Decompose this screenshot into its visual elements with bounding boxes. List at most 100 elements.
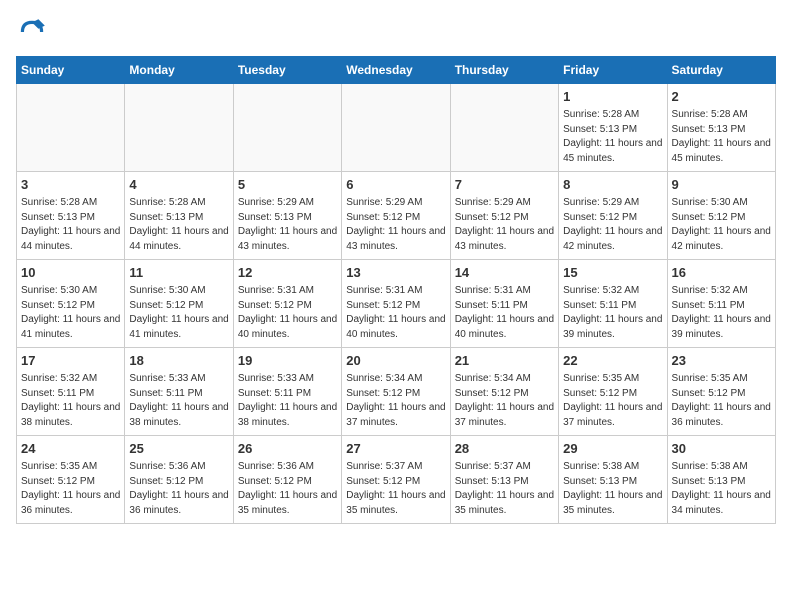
day-number: 19 [238, 352, 337, 370]
day-number: 9 [672, 176, 771, 194]
day-number: 7 [455, 176, 554, 194]
day-info: Sunrise: 5:30 AMSunset: 5:12 PMDaylight:… [129, 284, 228, 342]
day-info: Sunrise: 5:28 AMSunset: 5:13 PMDaylight:… [21, 196, 120, 254]
day-info: Sunrise: 5:36 AMSunset: 5:12 PMDaylight:… [129, 460, 228, 518]
day-number: 14 [455, 264, 554, 282]
day-info: Sunrise: 5:33 AMSunset: 5:11 PMDaylight:… [129, 372, 228, 430]
day-info: Sunrise: 5:28 AMSunset: 5:13 PMDaylight:… [129, 196, 228, 254]
day-info: Sunrise: 5:35 AMSunset: 5:12 PMDaylight:… [563, 372, 662, 430]
day-info: Sunrise: 5:28 AMSunset: 5:13 PMDaylight:… [672, 108, 771, 166]
calendar-day-cell: 6 Sunrise: 5:29 AMSunset: 5:12 PMDaylight… [342, 172, 450, 260]
calendar-table: SundayMondayTuesdayWednesdayThursdayFrid… [16, 56, 776, 524]
calendar-day-cell: 4 Sunrise: 5:28 AMSunset: 5:13 PMDaylight… [125, 172, 233, 260]
day-number: 8 [563, 176, 662, 194]
calendar-day-cell: 2Sunrise: 5:28 AMSunset: 5:13 PMDaylight… [667, 84, 775, 172]
day-info: Sunrise: 5:37 AMSunset: 5:13 PMDaylight:… [455, 460, 554, 518]
calendar-day-cell: 1 Sunrise: 5:28 AMSunset: 5:13 PMDaylight… [559, 84, 667, 172]
calendar-day-cell: 10 Sunrise: 5:30 AMSunset: 5:12 PMDayligh… [17, 260, 125, 348]
calendar-header: SundayMondayTuesdayWednesdayThursdayFrid… [17, 57, 776, 84]
day-info: Sunrise: 5:31 AMSunset: 5:11 PMDaylight:… [455, 284, 554, 342]
day-number: 20 [346, 352, 445, 370]
day-number: 24 [21, 440, 120, 458]
calendar-day-cell: 17 Sunrise: 5:32 AMSunset: 5:11 PMDayligh… [17, 348, 125, 436]
day-info: Sunrise: 5:38 AMSunset: 5:13 PMDaylight:… [563, 460, 662, 518]
calendar-day-cell: 11 Sunrise: 5:30 AMSunset: 5:12 PMDayligh… [125, 260, 233, 348]
calendar-day-cell: 20Sunrise: 5:34 AMSunset: 5:12 PMDayligh… [342, 348, 450, 436]
calendar-day-cell [17, 84, 125, 172]
day-info: Sunrise: 5:32 AMSunset: 5:11 PMDaylight:… [563, 284, 662, 342]
calendar-day-cell: 19 Sunrise: 5:33 AMSunset: 5:11 PMDayligh… [233, 348, 341, 436]
calendar-day-cell: 28 Sunrise: 5:37 AMSunset: 5:13 PMDayligh… [450, 436, 558, 524]
day-info: Sunrise: 5:31 AMSunset: 5:12 PMDaylight:… [238, 284, 337, 342]
day-info: Sunrise: 5:36 AMSunset: 5:12 PMDaylight:… [238, 460, 337, 518]
calendar-day-cell [342, 84, 450, 172]
calendar-day-cell: 3 Sunrise: 5:28 AMSunset: 5:13 PMDaylight… [17, 172, 125, 260]
day-info: Sunrise: 5:28 AMSunset: 5:13 PMDaylight:… [563, 108, 662, 166]
day-number: 10 [21, 264, 120, 282]
weekday-header-sunday: Sunday [17, 57, 125, 84]
calendar-day-cell: 29 Sunrise: 5:38 AMSunset: 5:13 PMDayligh… [559, 436, 667, 524]
calendar-day-cell [233, 84, 341, 172]
calendar-week-4: 17 Sunrise: 5:32 AMSunset: 5:11 PMDayligh… [17, 348, 776, 436]
calendar-day-cell: 15 Sunrise: 5:32 AMSunset: 5:11 PMDayligh… [559, 260, 667, 348]
calendar-day-cell: 12 Sunrise: 5:31 AMSunset: 5:12 PMDayligh… [233, 260, 341, 348]
day-info: Sunrise: 5:29 AMSunset: 5:12 PMDaylight:… [563, 196, 662, 254]
page-header [16, 16, 776, 48]
day-info: Sunrise: 5:29 AMSunset: 5:13 PMDaylight:… [238, 196, 337, 254]
day-info: Sunrise: 5:33 AMSunset: 5:11 PMDaylight:… [238, 372, 337, 430]
day-number: 29 [563, 440, 662, 458]
weekday-header-saturday: Saturday [667, 57, 775, 84]
calendar-week-2: 3 Sunrise: 5:28 AMSunset: 5:13 PMDaylight… [17, 172, 776, 260]
day-number: 6 [346, 176, 445, 194]
day-number: 27 [346, 440, 445, 458]
calendar-day-cell [450, 84, 558, 172]
weekday-header-row: SundayMondayTuesdayWednesdayThursdayFrid… [17, 57, 776, 84]
day-number: 28 [455, 440, 554, 458]
day-info: Sunrise: 5:38 AMSunset: 5:13 PMDaylight:… [672, 460, 771, 518]
day-number: 12 [238, 264, 337, 282]
day-info: Sunrise: 5:31 AMSunset: 5:12 PMDaylight:… [346, 284, 445, 342]
day-number: 26 [238, 440, 337, 458]
weekday-header-tuesday: Tuesday [233, 57, 341, 84]
day-info: Sunrise: 5:32 AMSunset: 5:11 PMDaylight:… [672, 284, 771, 342]
day-number: 15 [563, 264, 662, 282]
day-number: 11 [129, 264, 228, 282]
logo-icon [16, 16, 48, 48]
calendar-day-cell: 14 Sunrise: 5:31 AMSunset: 5:11 PMDayligh… [450, 260, 558, 348]
calendar-day-cell: 24Sunrise: 5:35 AMSunset: 5:12 PMDayligh… [17, 436, 125, 524]
day-info: Sunrise: 5:29 AMSunset: 5:12 PMDaylight:… [455, 196, 554, 254]
calendar-day-cell: 21 Sunrise: 5:34 AMSunset: 5:12 PMDayligh… [450, 348, 558, 436]
weekday-header-wednesday: Wednesday [342, 57, 450, 84]
day-number: 21 [455, 352, 554, 370]
calendar-day-cell: 23 Sunrise: 5:35 AMSunset: 5:12 PMDayligh… [667, 348, 775, 436]
day-number: 4 [129, 176, 228, 194]
day-number: 5 [238, 176, 337, 194]
day-info: Sunrise: 5:37 AMSunset: 5:12 PMDaylight:… [346, 460, 445, 518]
calendar-day-cell: 5 Sunrise: 5:29 AMSunset: 5:13 PMDaylight… [233, 172, 341, 260]
calendar-day-cell: 27 Sunrise: 5:37 AMSunset: 5:12 PMDayligh… [342, 436, 450, 524]
day-info: Sunrise: 5:34 AMSunset: 5:12 PMDaylight:… [455, 372, 554, 430]
day-number: 23 [672, 352, 771, 370]
calendar-day-cell: 16Sunrise: 5:32 AMSunset: 5:11 PMDayligh… [667, 260, 775, 348]
calendar-day-cell: 18 Sunrise: 5:33 AMSunset: 5:11 PMDayligh… [125, 348, 233, 436]
calendar-day-cell: 22Sunrise: 5:35 AMSunset: 5:12 PMDayligh… [559, 348, 667, 436]
weekday-header-monday: Monday [125, 57, 233, 84]
calendar-day-cell: 8 Sunrise: 5:29 AMSunset: 5:12 PMDaylight… [559, 172, 667, 260]
day-number: 30 [672, 440, 771, 458]
day-number: 13 [346, 264, 445, 282]
calendar-body: 1 Sunrise: 5:28 AMSunset: 5:13 PMDaylight… [17, 84, 776, 524]
day-info: Sunrise: 5:29 AMSunset: 5:12 PMDaylight:… [346, 196, 445, 254]
day-number: 3 [21, 176, 120, 194]
day-info: Sunrise: 5:32 AMSunset: 5:11 PMDaylight:… [21, 372, 120, 430]
calendar-day-cell: 25Sunrise: 5:36 AMSunset: 5:12 PMDayligh… [125, 436, 233, 524]
day-info: Sunrise: 5:30 AMSunset: 5:12 PMDaylight:… [672, 196, 771, 254]
day-number: 18 [129, 352, 228, 370]
calendar-day-cell: 7 Sunrise: 5:29 AMSunset: 5:12 PMDaylight… [450, 172, 558, 260]
calendar-day-cell: 9 Sunrise: 5:30 AMSunset: 5:12 PMDaylight… [667, 172, 775, 260]
day-info: Sunrise: 5:30 AMSunset: 5:12 PMDaylight:… [21, 284, 120, 342]
calendar-day-cell: 26 Sunrise: 5:36 AMSunset: 5:12 PMDayligh… [233, 436, 341, 524]
day-number: 1 [563, 88, 662, 106]
day-number: 17 [21, 352, 120, 370]
calendar-week-5: 24Sunrise: 5:35 AMSunset: 5:12 PMDayligh… [17, 436, 776, 524]
day-info: Sunrise: 5:35 AMSunset: 5:12 PMDaylight:… [672, 372, 771, 430]
